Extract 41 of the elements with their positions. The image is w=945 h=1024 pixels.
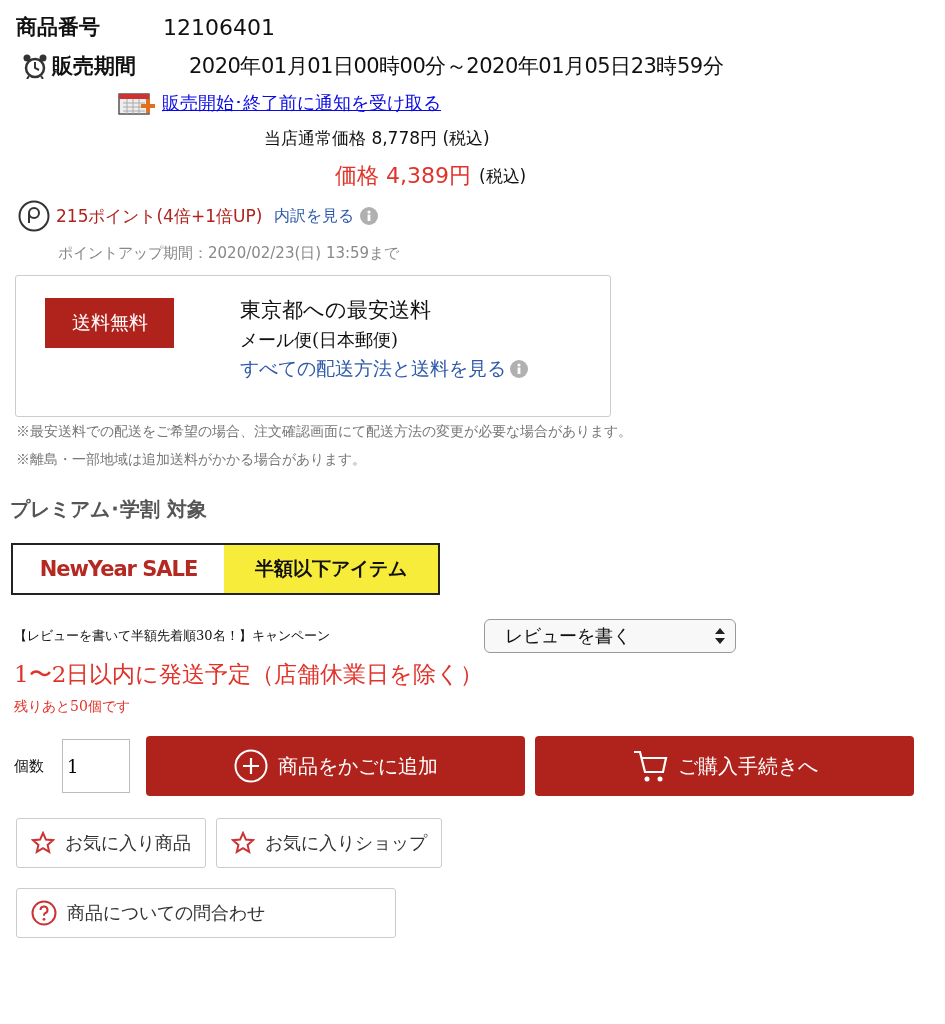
free-shipping-badge: 送料無料 bbox=[45, 298, 174, 348]
shipping-method: メール便(日本郵便) bbox=[240, 328, 400, 352]
plus-circle-icon bbox=[233, 749, 268, 783]
info-icon bbox=[510, 360, 528, 378]
alarm-clock-icon bbox=[22, 53, 48, 79]
shipping-schedule: 1〜2日以内に発送予定（店舗休業日を除く） bbox=[13, 660, 485, 689]
star-icon bbox=[231, 831, 255, 855]
cart-icon bbox=[631, 748, 668, 784]
favorite-button[interactable]: お気に入りショップ bbox=[216, 818, 442, 868]
regular-price: 当店通常価格 8,778円 (税込) bbox=[264, 126, 490, 150]
star-icon bbox=[31, 831, 55, 855]
question-icon bbox=[31, 900, 57, 926]
updown-arrows-icon bbox=[715, 628, 725, 644]
tax-note: (税込) bbox=[479, 164, 527, 188]
review-select[interactable]: レビューを書く bbox=[484, 619, 736, 653]
item-number: 12106401 bbox=[163, 14, 275, 40]
point-up-period: ポイントアップ期間：2020/02/23(日) 13:59まで bbox=[57, 243, 401, 264]
campaign-text: 【レビューを書いて半額先着順30名！】キャンペーン bbox=[14, 627, 331, 645]
item-number-label: 商品番号 bbox=[16, 14, 101, 41]
info-icon bbox=[360, 207, 379, 225]
sale-period-label: 販売期間 bbox=[52, 53, 137, 80]
sale-price: 価格 4,389円 bbox=[335, 162, 471, 190]
points-text: 215ポイント(4倍+1倍UP) bbox=[56, 204, 263, 228]
stock-note: 残りあと50個です bbox=[13, 698, 131, 716]
inquiry-button[interactable]: 商品についての問合わせ bbox=[16, 888, 396, 938]
quantity-label: 個数 bbox=[14, 756, 45, 776]
shipping-methods-link[interactable]: すべての配送方法と送料を見る bbox=[240, 356, 506, 382]
premium-label: プレミアム･学割 対象 bbox=[9, 496, 208, 523]
sale-period: 2020年01月01日00時00分～2020年01月05日23時59分 bbox=[189, 53, 724, 80]
shipping-note: ※最安送料での配送をご希望の場合、注文確認画面にて配送方法の変更が必要な場合があります。 bbox=[15, 423, 633, 441]
quantity-field[interactable]: 1 bbox=[62, 739, 130, 793]
points-breakdown-link[interactable]: 内訳を見る bbox=[274, 205, 355, 227]
favorite-button[interactable]: お気に入り商品 bbox=[16, 818, 206, 868]
shipping-title: 東京都への最安送料 bbox=[240, 297, 432, 324]
banner-sale-text: NewYear SALE bbox=[38, 556, 199, 583]
banner-item-text: 半額以下アイテム bbox=[224, 545, 438, 593]
shipping-note: ※離島・一部地域は追加送料がかかる場合があります。 bbox=[15, 451, 367, 469]
add-to-cart-button[interactable]: 商品をかごに追加 bbox=[146, 736, 525, 796]
notify-link[interactable]: 販売開始･終了前に通知を受け取る bbox=[162, 91, 441, 115]
checkout-button[interactable]: ご購入手続きへ bbox=[535, 736, 914, 796]
points-icon bbox=[18, 200, 50, 232]
